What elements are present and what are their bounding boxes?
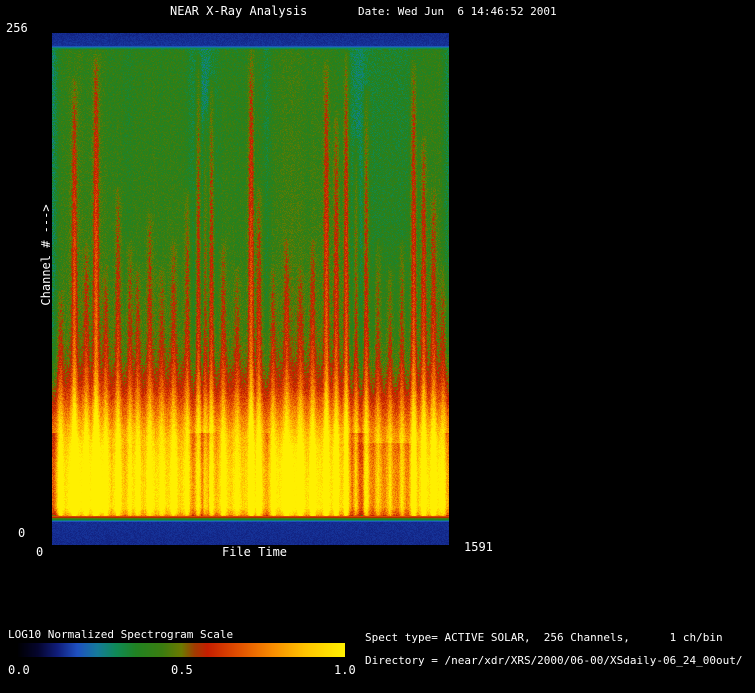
near-xray-analysis-window: NEAR X-Ray Analysis Date: Wed Jun 6 14:4… (0, 0, 755, 693)
spectrogram-image (52, 33, 449, 545)
directory-line: Directory = /near/xdr/XRS/2000/06-00/XSd… (365, 654, 743, 667)
page-title: NEAR X-Ray Analysis (170, 4, 308, 18)
y-axis-label: Channel # ---> (39, 204, 53, 306)
x-axis-max-tick: 1591 (464, 540, 493, 554)
colorbar-tick-1: 1.0 (334, 663, 356, 677)
y-axis-min-tick: 0 (18, 526, 26, 540)
date-label: Date: Wed Jun 6 14:46:52 2001 (358, 5, 557, 18)
y-axis-max-tick: 256 (6, 21, 28, 35)
colorbar-gradient (18, 643, 345, 657)
colorbar-tick-0: 0.0 (8, 663, 30, 677)
colorbar-title: LOG10 Normalized Spectrogram Scale (8, 628, 234, 641)
x-axis-min-tick: 0 (36, 545, 44, 559)
spect-type-line: Spect type= ACTIVE SOLAR, 256 Channels, … (365, 631, 723, 644)
x-axis-label: File Time (222, 545, 288, 559)
colorbar-tick-05: 0.5 (171, 663, 193, 677)
